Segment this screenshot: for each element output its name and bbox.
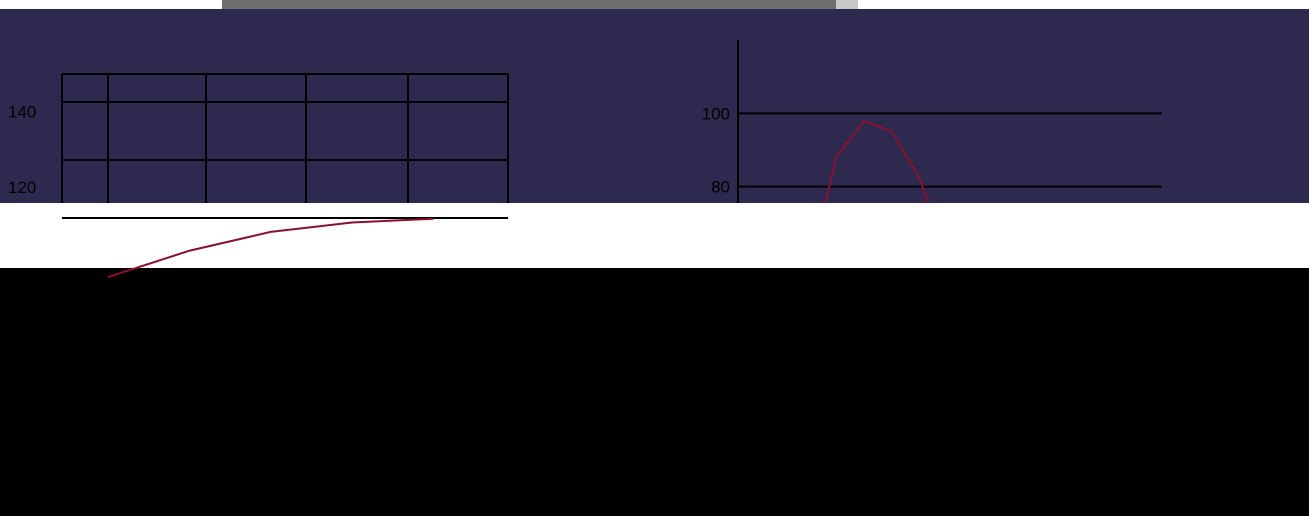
right-chart: 100 80 xyxy=(702,40,1162,203)
left-chart: 140 120 xyxy=(8,73,509,278)
charts-canvas: 140 120 100 80 xyxy=(8,40,1162,278)
y-tick-label: 80 xyxy=(711,178,730,197)
series-line xyxy=(107,217,434,278)
y-tick-label: 120 xyxy=(8,178,36,197)
y-tick-label: 100 xyxy=(702,104,730,123)
y-tick-label: 140 xyxy=(8,103,36,122)
series-line xyxy=(824,119,930,203)
